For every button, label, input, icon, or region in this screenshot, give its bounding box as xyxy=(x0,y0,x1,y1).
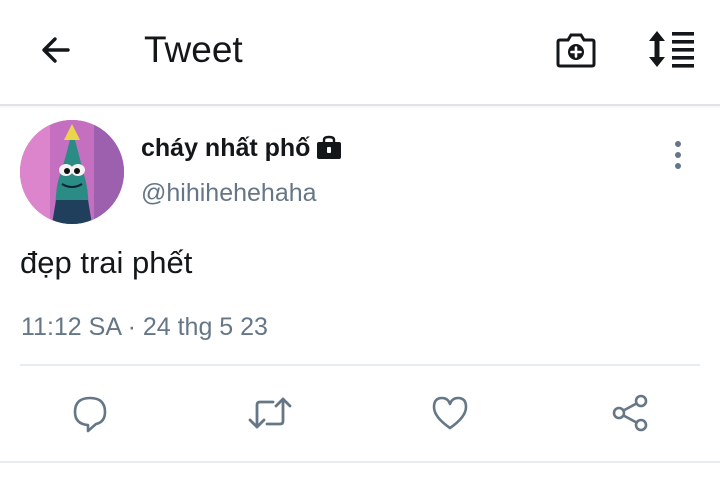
like-button[interactable] xyxy=(425,388,475,438)
reply-button[interactable] xyxy=(65,388,115,438)
avatar-image xyxy=(20,120,124,224)
sort-lines-icon xyxy=(649,31,694,68)
retweet-button[interactable] xyxy=(245,388,295,438)
more-options-button[interactable] xyxy=(664,138,692,172)
tweet-actions xyxy=(0,388,720,438)
divider xyxy=(20,364,700,366)
top-app-bar: Tweet xyxy=(0,0,720,106)
more-vertical-icon xyxy=(675,141,681,169)
retweet-icon xyxy=(248,397,292,429)
tweet-text: đẹp trai phết xyxy=(20,245,193,280)
back-button[interactable] xyxy=(34,28,78,72)
share-icon xyxy=(612,394,648,432)
heart-icon xyxy=(432,396,468,430)
page-title: Tweet xyxy=(144,29,243,70)
avatar[interactable] xyxy=(20,120,124,224)
divider xyxy=(0,461,720,463)
user-handle[interactable]: @hihihehehaha xyxy=(141,176,317,210)
camera-plus-icon xyxy=(556,33,596,68)
reply-icon xyxy=(73,396,107,433)
arrow-left-icon xyxy=(42,37,70,63)
display-name[interactable]: cháy nhất phố xyxy=(141,131,310,165)
tweet-timestamp: 11:12 SA · 24 thg 5 23 xyxy=(21,313,268,341)
sort-button[interactable] xyxy=(644,27,700,71)
camera-button[interactable] xyxy=(553,28,599,72)
share-button[interactable] xyxy=(605,388,655,438)
author-name-row[interactable]: cháy nhất phố xyxy=(141,131,342,165)
lock-icon xyxy=(316,135,342,161)
